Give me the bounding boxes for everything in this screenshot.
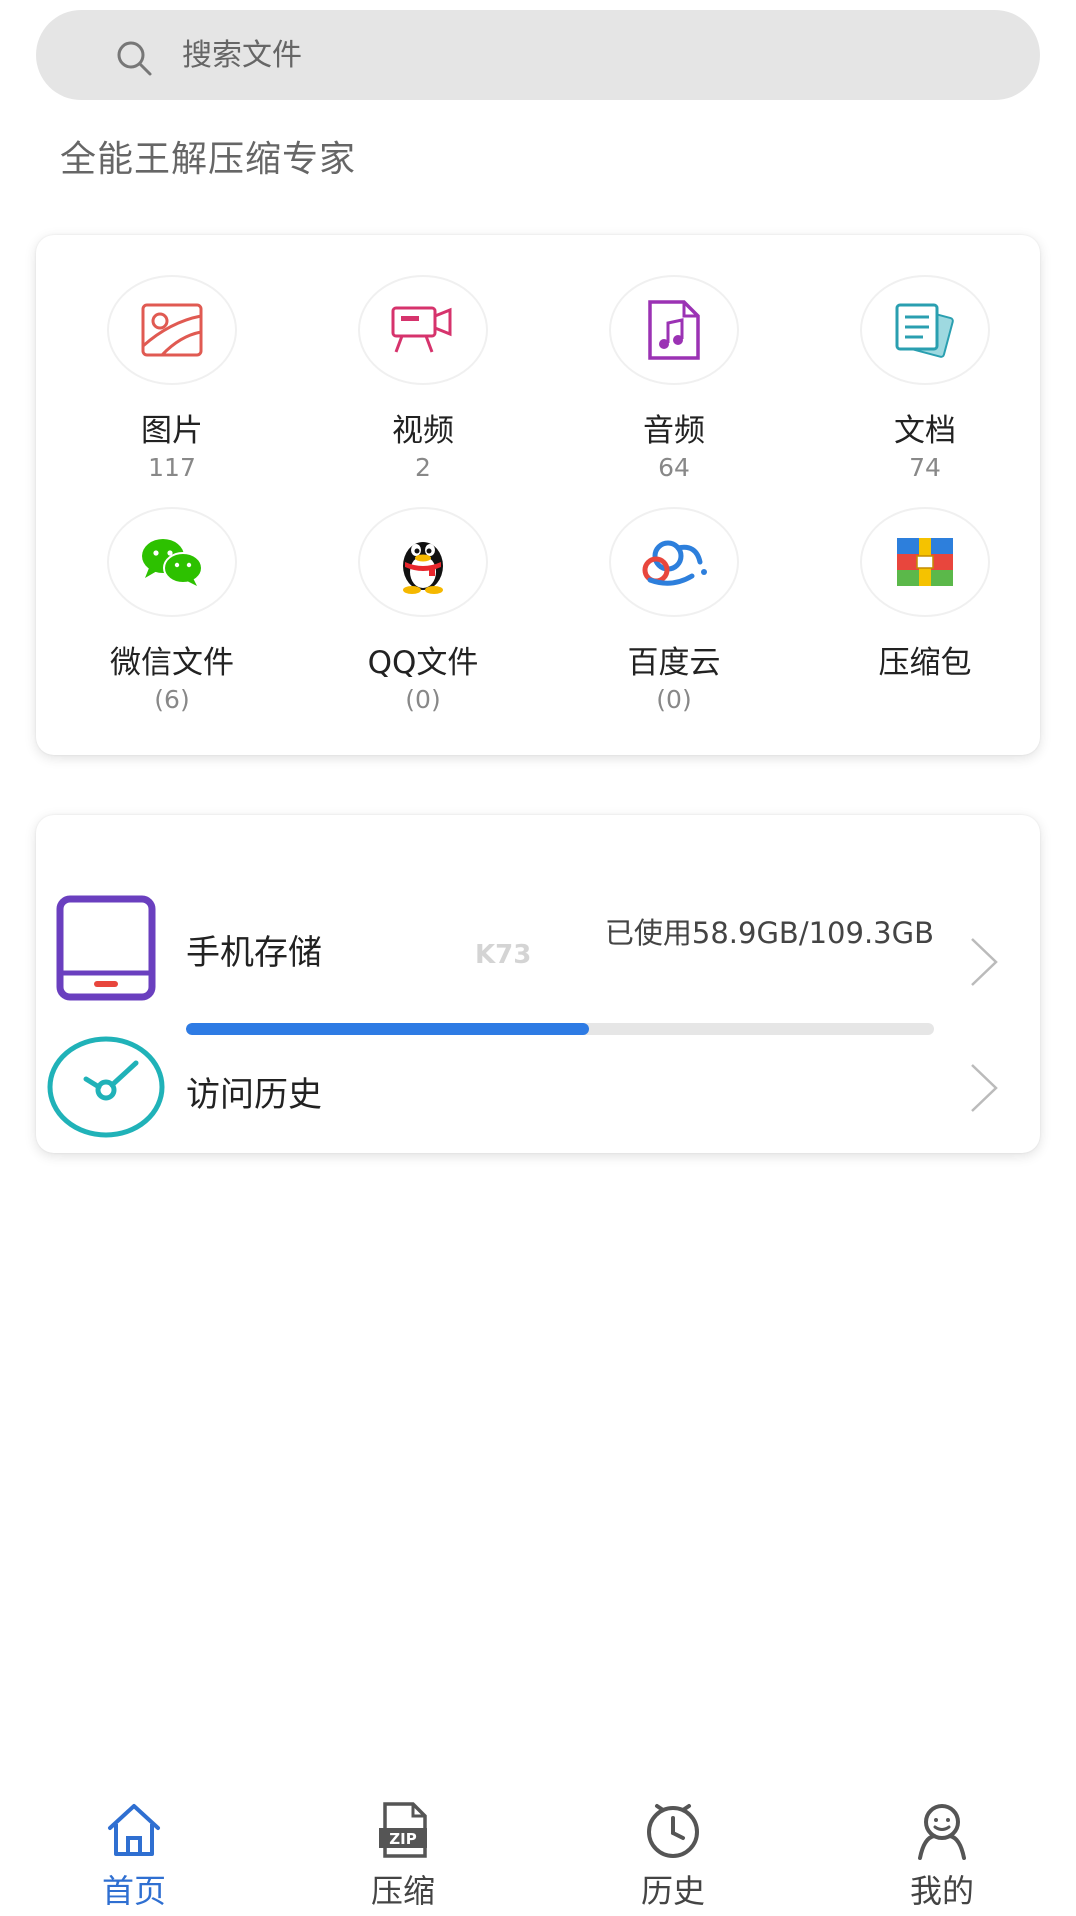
- nav-label: 压缩: [370, 1872, 435, 1910]
- profile-icon: [918, 1804, 966, 1860]
- category-label: 文档: [894, 413, 956, 449]
- category-label: 百度云: [627, 645, 721, 681]
- category-images[interactable]: 图片 117: [62, 275, 282, 495]
- video-camera-icon: [391, 306, 452, 353]
- nav-home[interactable]: 首页: [34, 1790, 234, 1916]
- category-qq[interactable]: QQ文件 (0): [313, 507, 533, 727]
- music-file-icon: [648, 300, 700, 360]
- category-label: 图片: [141, 413, 203, 449]
- app-subtitle: 全能王解压缩专家: [60, 139, 357, 180]
- category-label: 微信文件: [110, 645, 234, 681]
- chevron-right-icon: [971, 938, 998, 986]
- category-wechat[interactable]: 微信文件 (6): [62, 507, 282, 727]
- qq-penguin-icon: [403, 542, 443, 594]
- category-label: QQ文件: [367, 645, 479, 681]
- category-audio[interactable]: 音频 64: [564, 275, 784, 495]
- document-icon: [895, 303, 954, 358]
- category-video[interactable]: 视频 2: [313, 275, 533, 495]
- clock-icon: [47, 1036, 165, 1138]
- category-baidu-cloud[interactable]: 百度云 (0): [564, 507, 784, 727]
- history-clock-icon: [647, 1804, 699, 1858]
- visit-history-row[interactable]: 访问历史: [36, 1015, 1040, 1138]
- category-count: 74: [909, 453, 941, 482]
- category-count: (0): [405, 685, 441, 714]
- category-label: 视频: [392, 413, 454, 449]
- watermark: K73: [475, 940, 532, 970]
- storage-used-text: 已使用58.9GB/109.3GB: [604, 916, 934, 950]
- category-count: (0): [656, 685, 692, 714]
- search-bar[interactable]: [36, 10, 1040, 100]
- history-title: 访问历史: [186, 1075, 322, 1115]
- home-icon: [108, 1804, 160, 1856]
- categories-card: 图片 117 视频 2 音频 64 文档 74 微信文件 (6) QQ文件 (0…: [36, 235, 1040, 755]
- category-archives[interactable]: 压缩包: [815, 507, 1035, 727]
- nav-profile[interactable]: 我的: [842, 1790, 1042, 1916]
- nav-label: 我的: [909, 1872, 974, 1910]
- category-count: (6): [154, 685, 190, 714]
- search-icon: [117, 41, 152, 76]
- image-icon: [141, 303, 203, 357]
- nav-label: 历史: [640, 1872, 705, 1910]
- category-count: 2: [415, 453, 431, 482]
- baidu-cloud-icon: [642, 540, 707, 586]
- storage-title: 手机存储: [186, 933, 322, 973]
- nav-label: 首页: [101, 1872, 166, 1910]
- category-label: 音频: [643, 413, 705, 449]
- nav-history[interactable]: 历史: [573, 1790, 773, 1916]
- nav-compress[interactable]: ZIP 压缩: [303, 1790, 503, 1916]
- search-input[interactable]: [182, 30, 1002, 80]
- phone-storage-icon: [56, 895, 156, 1001]
- category-count: 117: [148, 453, 196, 482]
- phone-storage-row[interactable]: 手机存储 已使用58.9GB/109.3GB: [36, 875, 1040, 1035]
- bottom-nav: 首页 ZIP 压缩 历史 我的: [0, 1790, 1076, 1916]
- zip-icon: ZIP: [379, 1802, 427, 1858]
- archive-icon: [897, 538, 953, 586]
- chevron-right-icon: [971, 1064, 998, 1112]
- wechat-icon: [142, 539, 203, 586]
- category-count: 64: [658, 453, 690, 482]
- storage-card: 手机存储 已使用58.9GB/109.3GB 访问历史: [36, 815, 1040, 1153]
- category-label: 压缩包: [878, 645, 972, 681]
- category-documents[interactable]: 文档 74: [815, 275, 1035, 495]
- svg-text:ZIP: ZIP: [389, 1830, 416, 1848]
